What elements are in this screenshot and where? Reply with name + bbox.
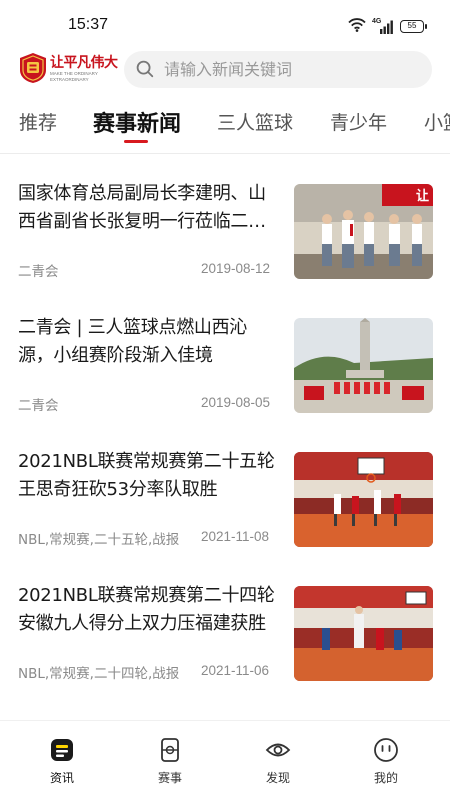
nav-label: 资讯: [49, 771, 74, 785]
news-item[interactable]: 二青会 | 三人篮球点燃山西沁源，小组赛阶段渐入佳境 二青会 2019-08-0…: [0, 288, 450, 422]
news-date: 2021-11-08: [201, 529, 270, 544]
logo-emblem-icon: [20, 53, 46, 83]
nav-item-discover[interactable]: 发现: [248, 737, 308, 791]
status-time: 15:37: [68, 16, 109, 33]
active-tab-indicator: [124, 140, 148, 143]
nav-item-match[interactable]: 赛事: [140, 737, 200, 791]
news-thumbnail[interactable]: [294, 452, 433, 547]
news-date: 2021-11-06: [201, 663, 270, 678]
nav-item-news[interactable]: 资讯: [32, 737, 92, 791]
news-date: 2019-08-05: [201, 395, 271, 410]
news-title[interactable]: 2021NBL联赛常规赛第二十四轮 安徽九人得分上双力压福建获胜: [18, 582, 280, 638]
bottom-nav: 资讯 赛事 发现 我的: [0, 720, 450, 800]
news-title[interactable]: 二青会 | 三人篮球点燃山西沁源，小组赛阶段渐入佳境: [18, 314, 280, 370]
match-icon: [161, 738, 179, 762]
brand-logo[interactable]: 让平凡伟大 MAKE THE ORDINARY EXTRAORDINARY: [18, 51, 118, 89]
tab-3x3-basketball[interactable]: 三人篮球: [217, 108, 293, 135]
nav-label: 我的: [373, 771, 398, 785]
search-icon: [136, 60, 154, 78]
app-header: 让平凡伟大 MAKE THE ORDINARY EXTRAORDINARY: [0, 48, 450, 92]
battery-icon: 55: [400, 20, 427, 33]
logo-text: 让平凡伟大: [50, 55, 118, 71]
cellular-signal-icon: 4G: [372, 18, 394, 34]
news-tag: 二青会: [18, 398, 59, 414]
news-tag: 二青会: [18, 264, 59, 280]
news-item[interactable]: 2021NBL联赛常规赛第二十四轮 安徽九人得分上双力压福建获胜 NBL,常规赛…: [0, 556, 450, 690]
news-title[interactable]: 国家体育总局副局长李建明、山西省副省长张复明一行莅临二青会三人篮球赛场检查指导: [18, 180, 280, 236]
profile-face-icon: [374, 738, 398, 762]
news-icon: [51, 739, 73, 761]
news-thumbnail[interactable]: [294, 318, 433, 413]
eye-icon: [265, 743, 291, 757]
thumbnail-caption: 让: [416, 188, 429, 204]
status-icons: 4G 55: [348, 17, 427, 36]
news-item[interactable]: 国家体育总局副局长李建明、山西省副省长张复明一行莅临二青会三人篮球赛场检查指导 …: [0, 154, 450, 288]
nav-item-profile[interactable]: 我的: [356, 737, 416, 791]
news-tag: NBL,常规赛,二十五轮,战报: [18, 532, 180, 548]
category-tabs: 推荐 赛事新闻 三人篮球 青少年 小篮球: [0, 96, 450, 152]
status-bar: 15:37 4G 55: [0, 0, 450, 48]
news-list: 国家体育总局副局长李建明、山西省副省长张复明一行莅临二青会三人篮球赛场检查指导 …: [0, 154, 450, 720]
tab-match-news[interactable]: 赛事新闻: [93, 106, 181, 138]
wifi-icon: [348, 17, 366, 36]
news-date: 2019-08-12: [201, 261, 271, 276]
news-item[interactable]: 2021NBL联赛常规赛第二十五轮 王思奇狂砍53分率队取胜 NBL,常规赛,二…: [0, 422, 450, 556]
news-tag: NBL,常规赛,二十四轮,战报: [18, 666, 180, 682]
news-thumbnail[interactable]: 让: [294, 184, 433, 279]
logo-subtitle: MAKE THE ORDINARY EXTRAORDINARY: [50, 71, 98, 82]
news-thumbnail[interactable]: [294, 586, 433, 681]
news-item-partial[interactable]: [0, 690, 450, 720]
nav-label: 发现: [265, 771, 290, 785]
tab-recommend[interactable]: 推荐: [19, 108, 57, 135]
search-bar[interactable]: [124, 51, 432, 88]
nav-label: 赛事: [157, 771, 182, 785]
search-input[interactable]: [164, 51, 424, 88]
news-title[interactable]: 2021NBL联赛常规赛第二十五轮 王思奇狂砍53分率队取胜: [18, 448, 280, 504]
tab-mini-basketball[interactable]: 小篮球: [424, 108, 450, 135]
tab-youth[interactable]: 青少年: [330, 108, 387, 135]
